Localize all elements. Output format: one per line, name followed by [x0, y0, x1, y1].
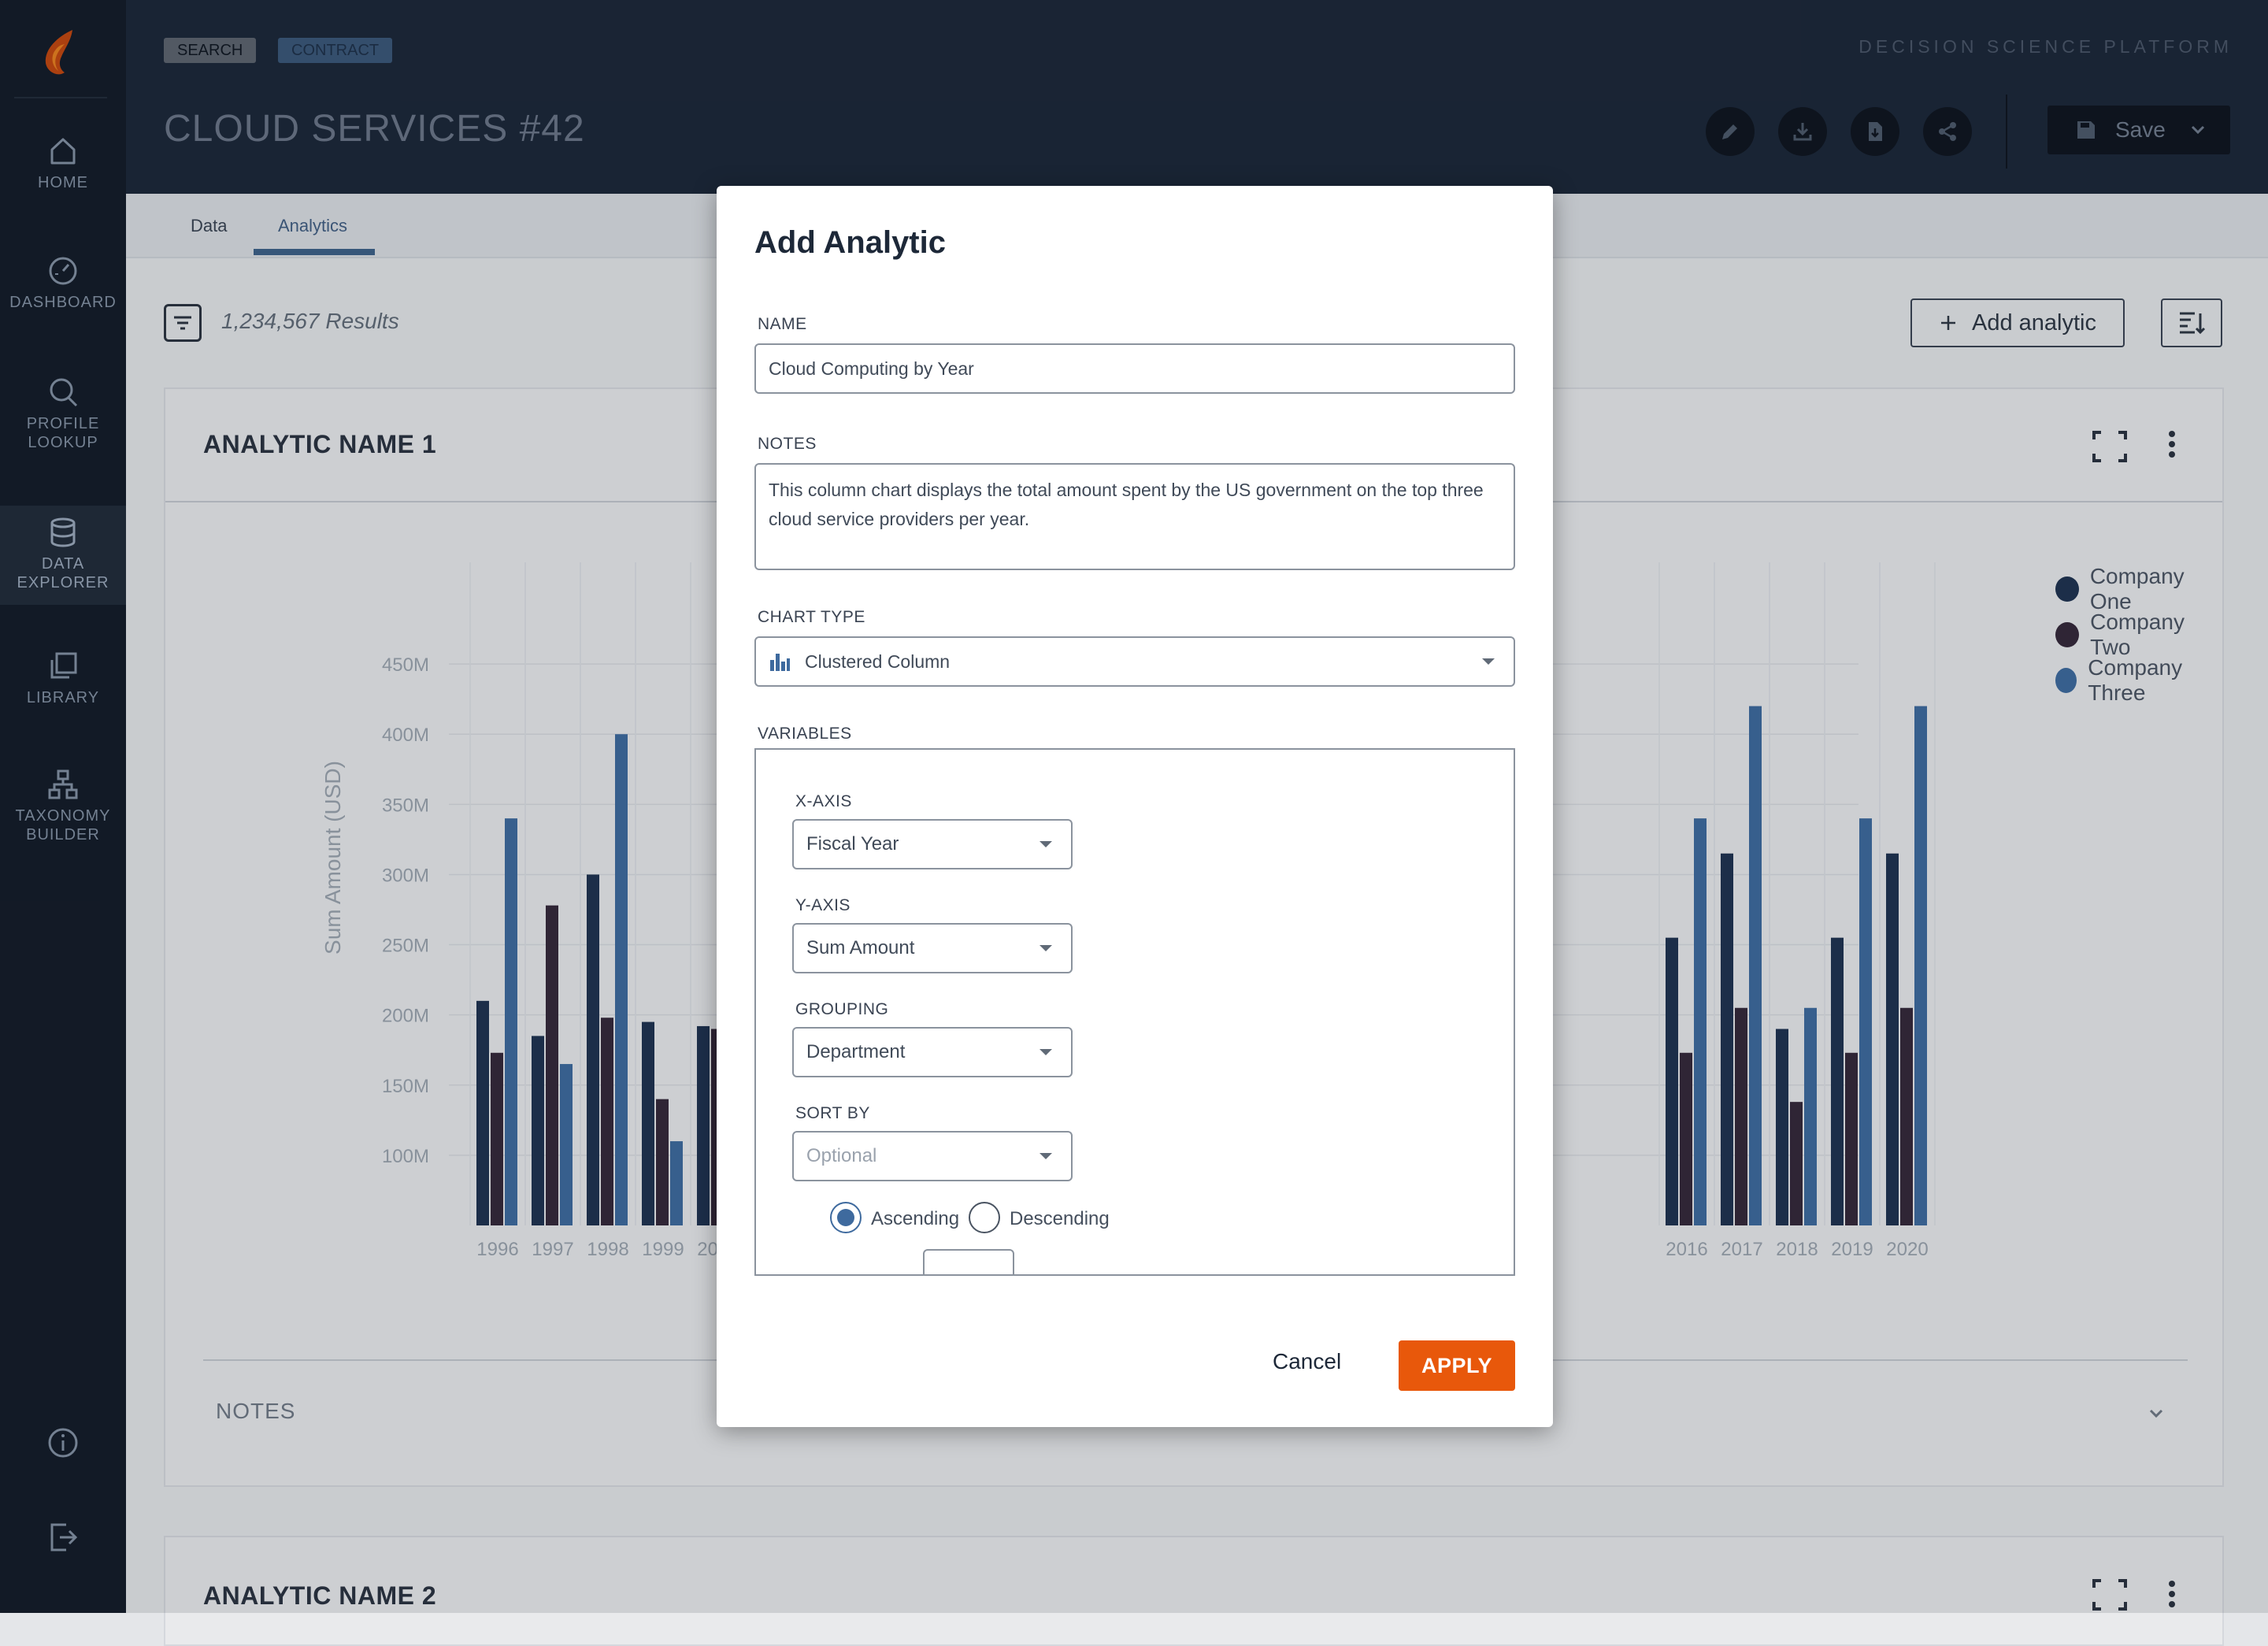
- cancel-button[interactable]: Cancel: [1273, 1349, 1341, 1374]
- x-axis-select[interactable]: Fiscal Year: [792, 819, 1073, 869]
- sort-by-select[interactable]: Optional: [792, 1131, 1073, 1181]
- notes-label: NOTES: [758, 435, 817, 453]
- descending-radio[interactable]: [969, 1202, 1000, 1233]
- caret-down-icon: [1482, 658, 1495, 665]
- radio-selected-dot: [837, 1209, 854, 1226]
- y-axis-value: Sum Amount: [806, 937, 915, 958]
- x-axis-value: Fiscal Year: [806, 833, 899, 855]
- sort-by-label: SORT BY: [795, 1104, 870, 1122]
- caret-down-icon: [1040, 841, 1052, 847]
- notes-textarea[interactable]: This column chart displays the total amo…: [754, 463, 1515, 570]
- y-axis-label: Y-AXIS: [795, 896, 850, 914]
- ascending-label: Ascending: [871, 1208, 960, 1229]
- caret-down-icon: [1040, 945, 1052, 951]
- sort-by-placeholder: Optional: [806, 1145, 877, 1166]
- descending-label: Descending: [1010, 1208, 1110, 1229]
- chart-type-label: CHART TYPE: [758, 608, 865, 626]
- x-axis-label: X-AXIS: [795, 792, 852, 810]
- add-analytic-dialog: Add Analytic NAME Cloud Computing by Yea…: [717, 186, 1553, 1427]
- dialog-title: Add Analytic: [754, 225, 946, 260]
- apply-button[interactable]: APPLY: [1399, 1340, 1515, 1391]
- caret-down-icon: [1040, 1153, 1052, 1159]
- grouping-value: Department: [806, 1041, 906, 1062]
- chart-type-select[interactable]: Clustered Column: [754, 636, 1515, 687]
- name-input[interactable]: Cloud Computing by Year: [754, 343, 1515, 394]
- variables-label: VARIABLES: [758, 725, 852, 743]
- chart-type-value: Clustered Column: [805, 651, 951, 672]
- bar-chart-icon: [770, 654, 790, 671]
- variables-panel[interactable]: X-AXIS Fiscal Year Y-AXIS Sum Amount GRO…: [754, 748, 1515, 1276]
- ascending-radio[interactable]: [830, 1202, 862, 1233]
- y-axis-select[interactable]: Sum Amount: [792, 923, 1073, 973]
- caret-down-icon: [1040, 1049, 1052, 1055]
- name-label: NAME: [758, 315, 807, 333]
- grouping-select[interactable]: Department: [792, 1027, 1073, 1077]
- grouping-label: GROUPING: [795, 1000, 889, 1018]
- partial-input[interactable]: [923, 1249, 1014, 1274]
